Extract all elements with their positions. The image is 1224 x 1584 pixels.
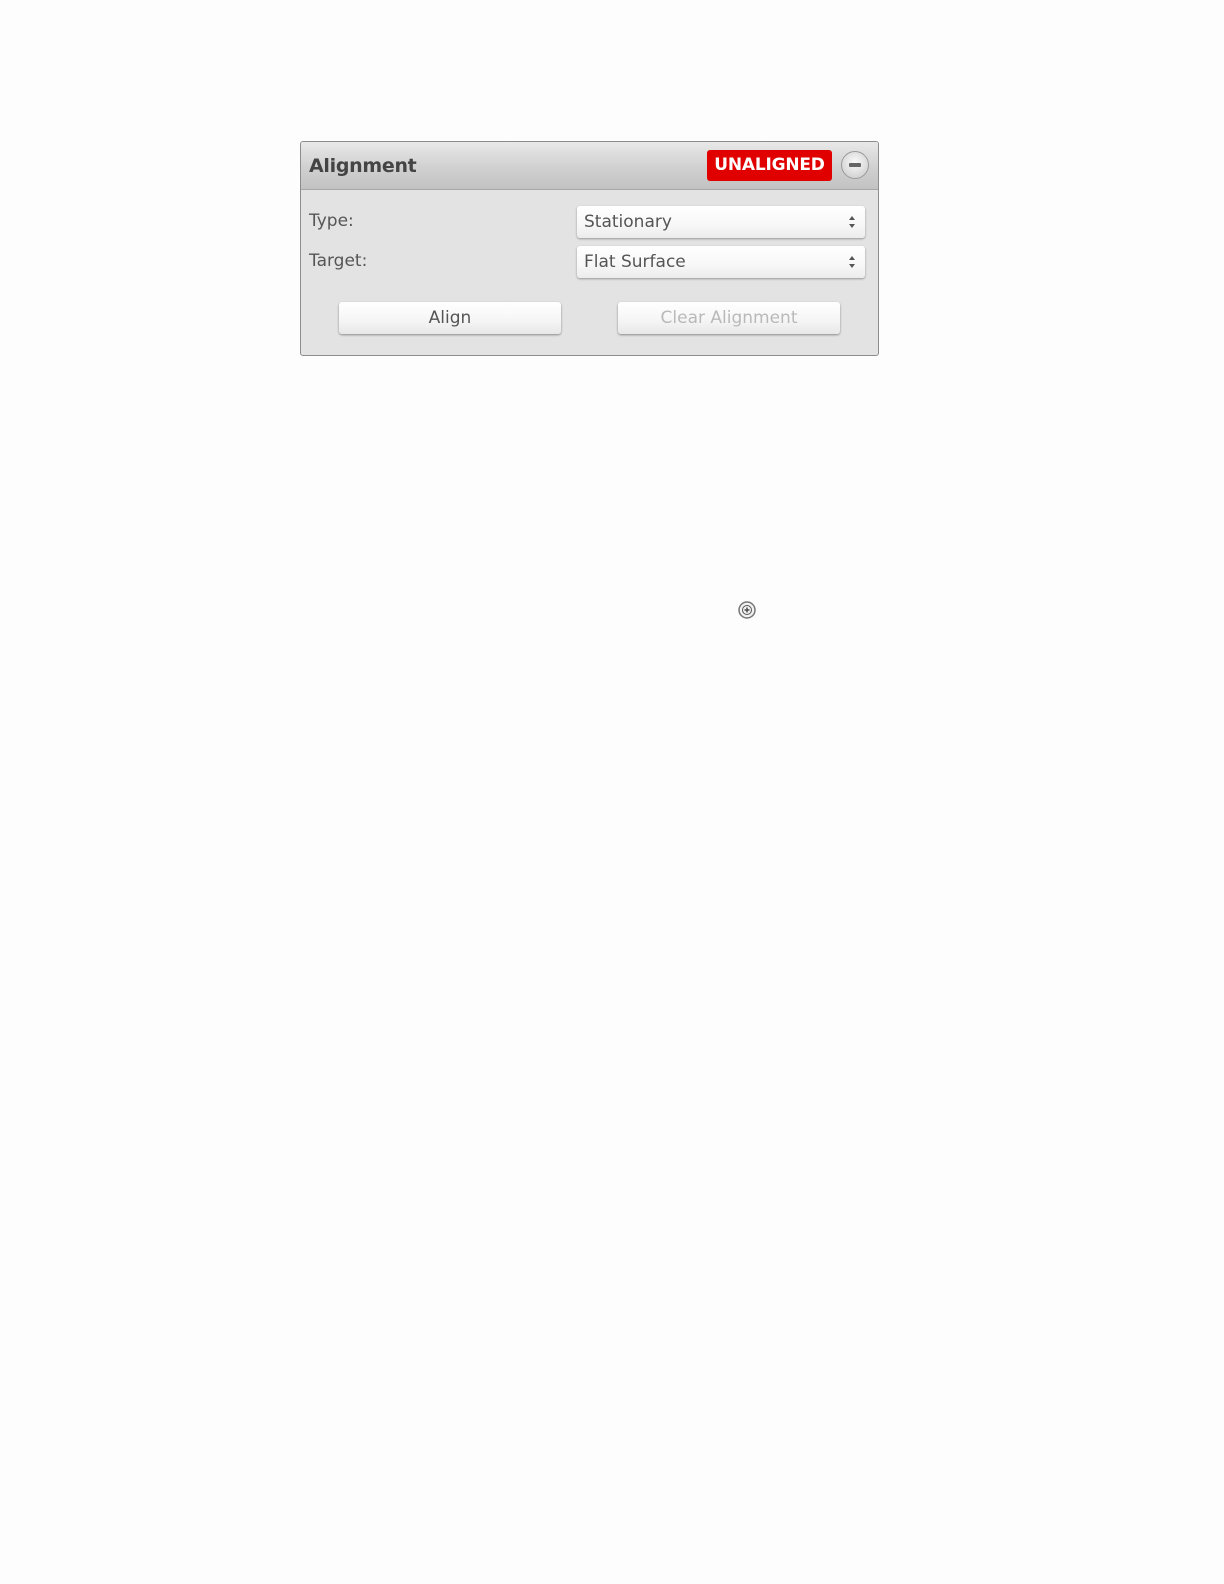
type-select-value: Stationary bbox=[584, 212, 672, 232]
up-down-arrows-icon bbox=[849, 256, 855, 268]
alignment-panel: Alignment UNALIGNED Type: Stationary Tar… bbox=[300, 141, 879, 356]
type-label: Type: bbox=[309, 211, 354, 231]
status-badge: UNALIGNED bbox=[707, 150, 832, 181]
minus-circle-icon bbox=[849, 163, 861, 167]
align-button[interactable]: Align bbox=[339, 302, 561, 334]
type-select[interactable]: Stationary bbox=[577, 206, 865, 238]
target-label: Target: bbox=[309, 251, 368, 271]
target-select-value: Flat Surface bbox=[584, 252, 686, 272]
clear-alignment-button[interactable]: Clear Alignment bbox=[618, 302, 840, 334]
panel-title: Alignment bbox=[309, 155, 417, 177]
up-down-arrows-icon bbox=[849, 216, 855, 228]
add-circle-icon[interactable] bbox=[738, 601, 756, 619]
collapse-button[interactable] bbox=[841, 151, 869, 179]
target-select[interactable]: Flat Surface bbox=[577, 246, 865, 278]
panel-header: Alignment UNALIGNED bbox=[301, 142, 878, 190]
